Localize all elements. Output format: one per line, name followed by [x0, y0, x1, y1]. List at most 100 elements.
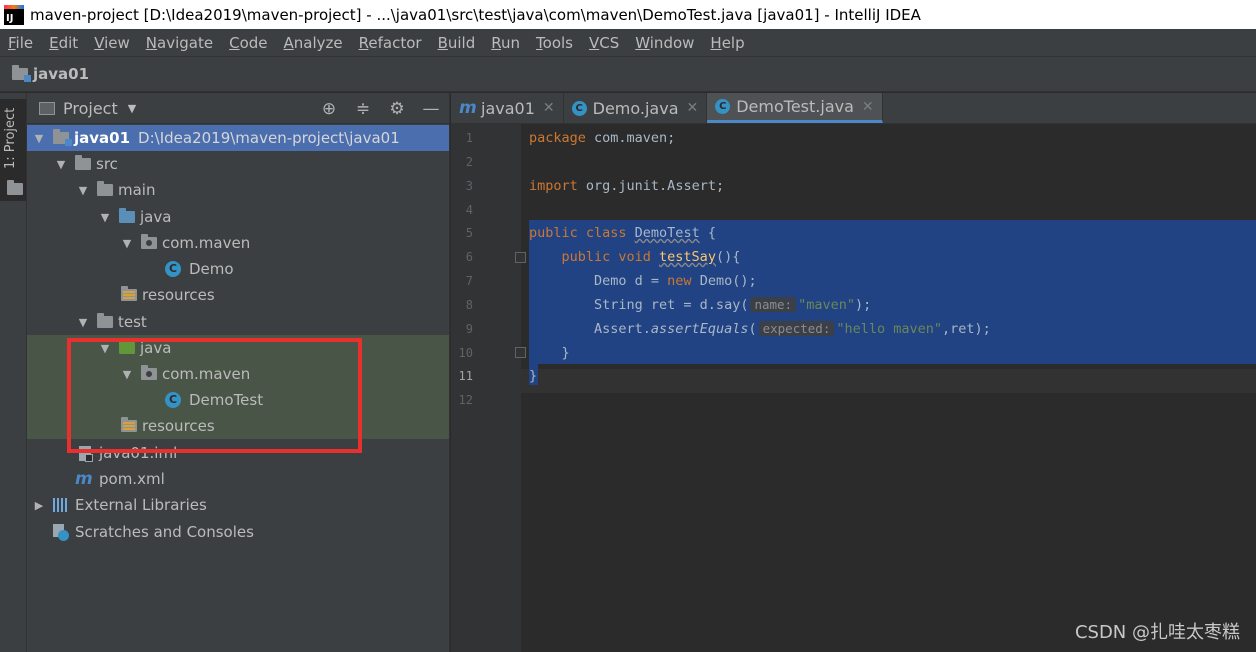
line-number: 3: [465, 179, 473, 193]
fold-icon[interactable]: [515, 347, 526, 358]
keyword: public void: [529, 249, 660, 265]
minimize-icon[interactable]: —: [421, 99, 441, 119]
menu-view[interactable]: View: [86, 34, 138, 52]
tree-item-demotest[interactable]: C DemoTest: [27, 387, 449, 413]
expand-arrow-icon[interactable]: ▼: [31, 132, 47, 145]
maven-icon: m: [75, 469, 93, 489]
line-number: 1: [465, 131, 473, 145]
project-tool-tab-label: 1: Project: [3, 107, 18, 169]
tree-item-test[interactable]: ▼ test: [27, 309, 449, 335]
tree-item-test-resources[interactable]: resources: [27, 413, 449, 439]
line-number: 5: [465, 226, 473, 240]
title-bar: IJ maven-project [D:\Idea2019\maven-proj…: [0, 0, 1256, 29]
expand-arrow-icon[interactable]: ▼: [75, 184, 91, 197]
menu-analyze[interactable]: Analyze: [276, 34, 351, 52]
project-panel-title[interactable]: Project: [63, 99, 118, 118]
line-number: 12: [458, 393, 473, 407]
menu-refactor[interactable]: Refactor: [351, 34, 430, 52]
scratches-icon: [53, 524, 69, 541]
expand-arrow-icon[interactable]: ▶: [31, 499, 47, 512]
menu-window[interactable]: Window: [627, 34, 702, 52]
code-editor[interactable]: 1 2 3 4 5 6 7 8 9 10 11 12 package com.m…: [451, 124, 1256, 652]
tree-item-demo[interactable]: C Demo: [27, 256, 449, 282]
text-selection: [529, 220, 1256, 364]
expand-arrow-icon[interactable]: ▼: [119, 368, 135, 381]
tree-item-main-package[interactable]: ▼ com.maven: [27, 230, 449, 256]
window-title: maven-project [D:\Idea2019\maven-project…: [30, 5, 921, 24]
gear-icon[interactable]: ⚙: [387, 99, 407, 119]
menu-edit[interactable]: Edit: [41, 34, 86, 52]
tree-item-pom[interactable]: m pom.xml: [27, 466, 449, 492]
module-folder-icon: [12, 65, 31, 82]
locate-icon[interactable]: ⊕: [319, 99, 339, 119]
fold-icon[interactable]: [515, 252, 526, 263]
folder-icon: [75, 155, 91, 170]
expand-arrow-icon[interactable]: ▼: [53, 158, 69, 171]
tree-item-external-libraries[interactable]: ▶ External Libraries: [27, 492, 449, 518]
close-icon[interactable]: ✕: [543, 100, 555, 116]
menu-code[interactable]: Code: [221, 34, 275, 52]
tab-demo-java[interactable]: C Demo.java ✕: [564, 93, 708, 123]
code-line-10: }: [529, 345, 570, 361]
navigation-bar: java01: [0, 56, 1256, 92]
breadcrumb[interactable]: java01: [33, 65, 89, 83]
code-text: ,ret);: [942, 321, 991, 337]
chevron-down-icon[interactable]: ▼: [128, 102, 136, 115]
code-text: (){: [715, 249, 741, 265]
code-line-9: Assert.assertEquals(expected: "hello mave…: [529, 321, 991, 337]
parameter-hint: expected:: [758, 321, 835, 336]
tab-demotest-java[interactable]: C DemoTest.java ✕: [707, 93, 883, 123]
tree-item-iml[interactable]: java01.iml: [27, 440, 449, 466]
expand-arrow-icon[interactable]: ▼: [97, 211, 113, 224]
close-icon[interactable]: ✕: [687, 100, 699, 116]
expand-arrow-icon[interactable]: ▼: [119, 237, 135, 250]
tree-item-label: java01.iml: [99, 444, 178, 462]
tab-label: DemoTest.java: [736, 97, 854, 116]
code-text: {: [699, 225, 716, 241]
tab-java01[interactable]: m java01 ✕: [451, 93, 564, 123]
tree-item-test-package[interactable]: ▼ com.maven: [27, 361, 449, 387]
code-line-11: }: [529, 368, 537, 384]
keyword: new: [667, 273, 692, 289]
folder-icon: [97, 181, 113, 196]
tree-item-label: main: [118, 181, 156, 199]
tree-item-java01[interactable]: ▼ java01 D:\Idea2019\maven-project\java0…: [27, 125, 449, 151]
tree-item-label: resources: [142, 286, 215, 304]
code-text: }: [529, 368, 538, 384]
folder-icon: [97, 313, 113, 328]
code-line-7: Demo d = new Demo();: [529, 273, 757, 289]
tree-item-scratches[interactable]: Scratches and Consoles: [27, 519, 449, 545]
class-icon: C: [715, 99, 731, 114]
project-tool-tab[interactable]: 1: Project: [0, 99, 26, 201]
menu-build[interactable]: Build: [430, 34, 484, 52]
expand-arrow-icon[interactable]: ▼: [75, 316, 91, 329]
line-number: 10: [458, 346, 473, 360]
menu-tools[interactable]: Tools: [528, 34, 581, 52]
code-line-8: String ret = d.say(name: "maven");: [529, 297, 871, 313]
collapse-all-icon[interactable]: ≑: [353, 99, 373, 119]
tree-item-main[interactable]: ▼ main: [27, 177, 449, 203]
code-line-6: public void testSay(){: [529, 249, 741, 265]
tree-item-main-resources[interactable]: resources: [27, 282, 449, 308]
menu-vcs[interactable]: VCS: [581, 34, 627, 52]
line-number: 7: [465, 274, 473, 288]
code-text: }: [529, 345, 570, 361]
line-number: 4: [465, 203, 473, 217]
tree-item-label: resources: [142, 417, 215, 435]
tree-item-label: java: [140, 208, 172, 226]
menu-run[interactable]: Run: [483, 34, 528, 52]
tree-item-label: test: [118, 313, 147, 331]
menu-help[interactable]: Help: [702, 34, 752, 52]
keyword: package: [529, 130, 586, 146]
menu-navigate[interactable]: Navigate: [138, 34, 221, 52]
tree-item-label: java01: [74, 129, 131, 147]
close-icon[interactable]: ✕: [862, 99, 874, 115]
class-name: DemoTest: [634, 225, 700, 241]
menu-file[interactable]: File: [0, 34, 41, 52]
tree-item-main-java[interactable]: ▼ java: [27, 204, 449, 230]
code-line-1: package com.maven;: [529, 130, 675, 146]
project-panel-header: Project ▼ ⊕ ≑ ⚙ —: [27, 93, 449, 124]
expand-arrow-icon[interactable]: ▼: [97, 342, 113, 355]
tree-item-src[interactable]: ▼ src: [27, 151, 449, 177]
tree-item-test-java[interactable]: ▼ java: [27, 335, 449, 361]
